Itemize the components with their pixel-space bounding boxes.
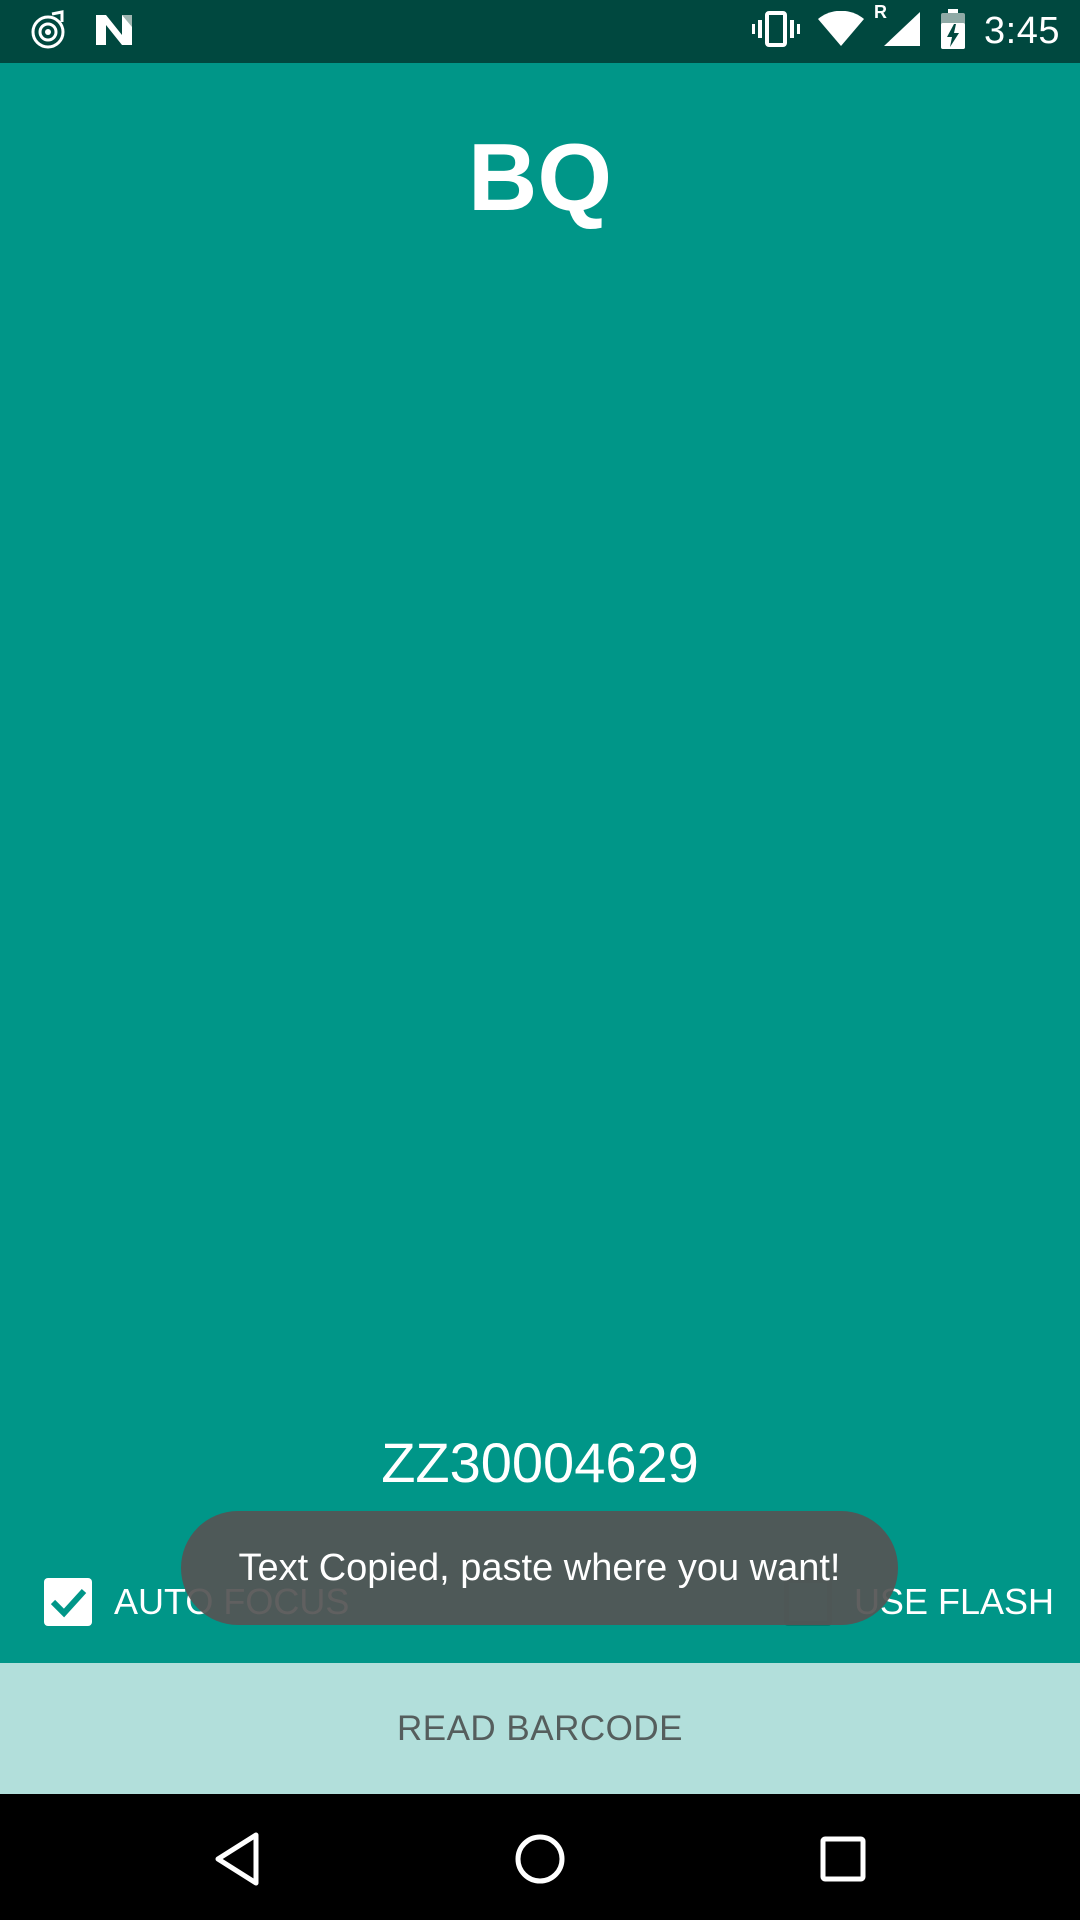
n-logo-icon bbox=[94, 13, 134, 52]
back-icon bbox=[215, 1832, 259, 1886]
status-time: 3:45 bbox=[984, 9, 1060, 52]
home-icon bbox=[515, 1834, 565, 1884]
vibrate-icon bbox=[752, 10, 801, 52]
app-title: BQ bbox=[468, 124, 612, 231]
home-button[interactable] bbox=[505, 1824, 575, 1894]
battery-charging-icon bbox=[940, 8, 966, 54]
status-bar: R 3:45 bbox=[0, 0, 1080, 63]
toast-message: Text Copied, paste where you want! bbox=[181, 1511, 898, 1625]
roaming-r-icon: R bbox=[874, 1, 888, 22]
main-content: BQ ZZ30004629 AUTO FOCUS USE FLASH bbox=[0, 63, 1080, 1663]
status-right-icons: R 3:45 bbox=[752, 2, 1060, 56]
auto-focus-check-box[interactable] bbox=[44, 1578, 92, 1626]
read-barcode-button[interactable]: READ BARCODE bbox=[0, 1663, 1080, 1794]
barcode-value: ZZ30004629 bbox=[381, 1431, 699, 1494]
recents-button[interactable] bbox=[808, 1824, 878, 1894]
read-barcode-label: READ BARCODE bbox=[396, 1708, 684, 1748]
toast-text: Text Copied, paste where you want! bbox=[238, 1546, 841, 1589]
navigation-bar bbox=[0, 1794, 1080, 1920]
recents-icon bbox=[820, 1836, 866, 1882]
music-radar-icon bbox=[28, 10, 68, 55]
status-left-icons bbox=[28, 10, 134, 55]
wifi-icon bbox=[818, 10, 865, 52]
back-button[interactable] bbox=[202, 1824, 272, 1894]
check-icon bbox=[50, 1588, 87, 1618]
signal-icon: R bbox=[874, 2, 922, 53]
